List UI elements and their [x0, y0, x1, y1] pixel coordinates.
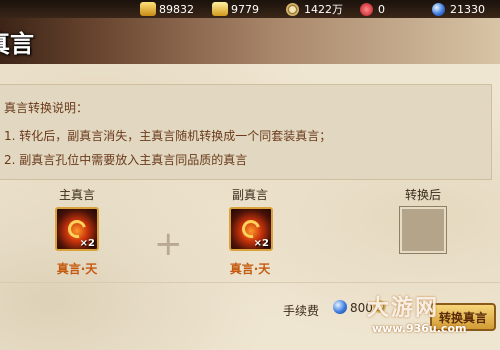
heart-amount: 0 — [378, 2, 385, 16]
main-slot-label: 主真言 — [58, 188, 95, 202]
description-rule-2: 2. 副真言孔位中需要放入主真言同品质的真言 — [4, 153, 248, 167]
result-slot[interactable] — [400, 207, 446, 253]
panel-title: 真言 — [0, 30, 34, 58]
description-heading: 真言转换说明： — [4, 101, 89, 115]
coin-amount: 1422万 — [304, 3, 343, 16]
description-rule-1: 1. 转化后，副真言消失，主真言随机转换成一个同套装真言； — [4, 129, 332, 143]
panel-header: 真言 — [0, 18, 500, 64]
watermark-url: www.936u.com — [372, 322, 467, 335]
result-slot-label: 转换后 — [404, 188, 441, 202]
watermark-text: 大游网 — [367, 296, 440, 321]
gem-icon — [333, 300, 347, 314]
resource-bar: 89832 9779 1422万 0 21330 — [0, 0, 500, 18]
plus-icon: + — [154, 224, 183, 264]
secondary-slot[interactable]: ×2 — [229, 207, 273, 251]
secondary-slot-quantity: ×2 — [253, 238, 269, 249]
gold-amount: 89832 — [159, 2, 194, 16]
gem-resource: 21330 — [432, 1, 485, 17]
main-slot-item-name: 真言·天 — [56, 262, 98, 276]
heart-resource: 0 — [360, 1, 385, 17]
ingot-resource: 9779 — [212, 1, 259, 17]
fee-label: 手续费 — [283, 304, 320, 318]
description-box: 真言转换说明： 1. 转化后，副真言消失，主真言随机转换成一个同套装真言； 2.… — [0, 84, 492, 180]
main-slot-quantity: ×2 — [79, 238, 95, 249]
gold-resource: 89832 — [140, 1, 194, 17]
gem-amount: 21330 — [450, 2, 485, 16]
secondary-slot-item-name: 真言·天 — [229, 262, 271, 276]
coin-icon — [286, 2, 299, 16]
coin-resource: 1422万 — [286, 1, 343, 17]
secondary-slot-label: 副真言 — [231, 188, 268, 202]
gem-icon — [432, 2, 445, 16]
ingot-amount: 9779 — [231, 2, 259, 16]
gold-icon — [140, 2, 156, 16]
divider — [0, 282, 500, 283]
main-slot[interactable]: ×2 — [55, 207, 99, 251]
ingot-icon — [212, 2, 228, 16]
heart-icon — [360, 2, 373, 16]
